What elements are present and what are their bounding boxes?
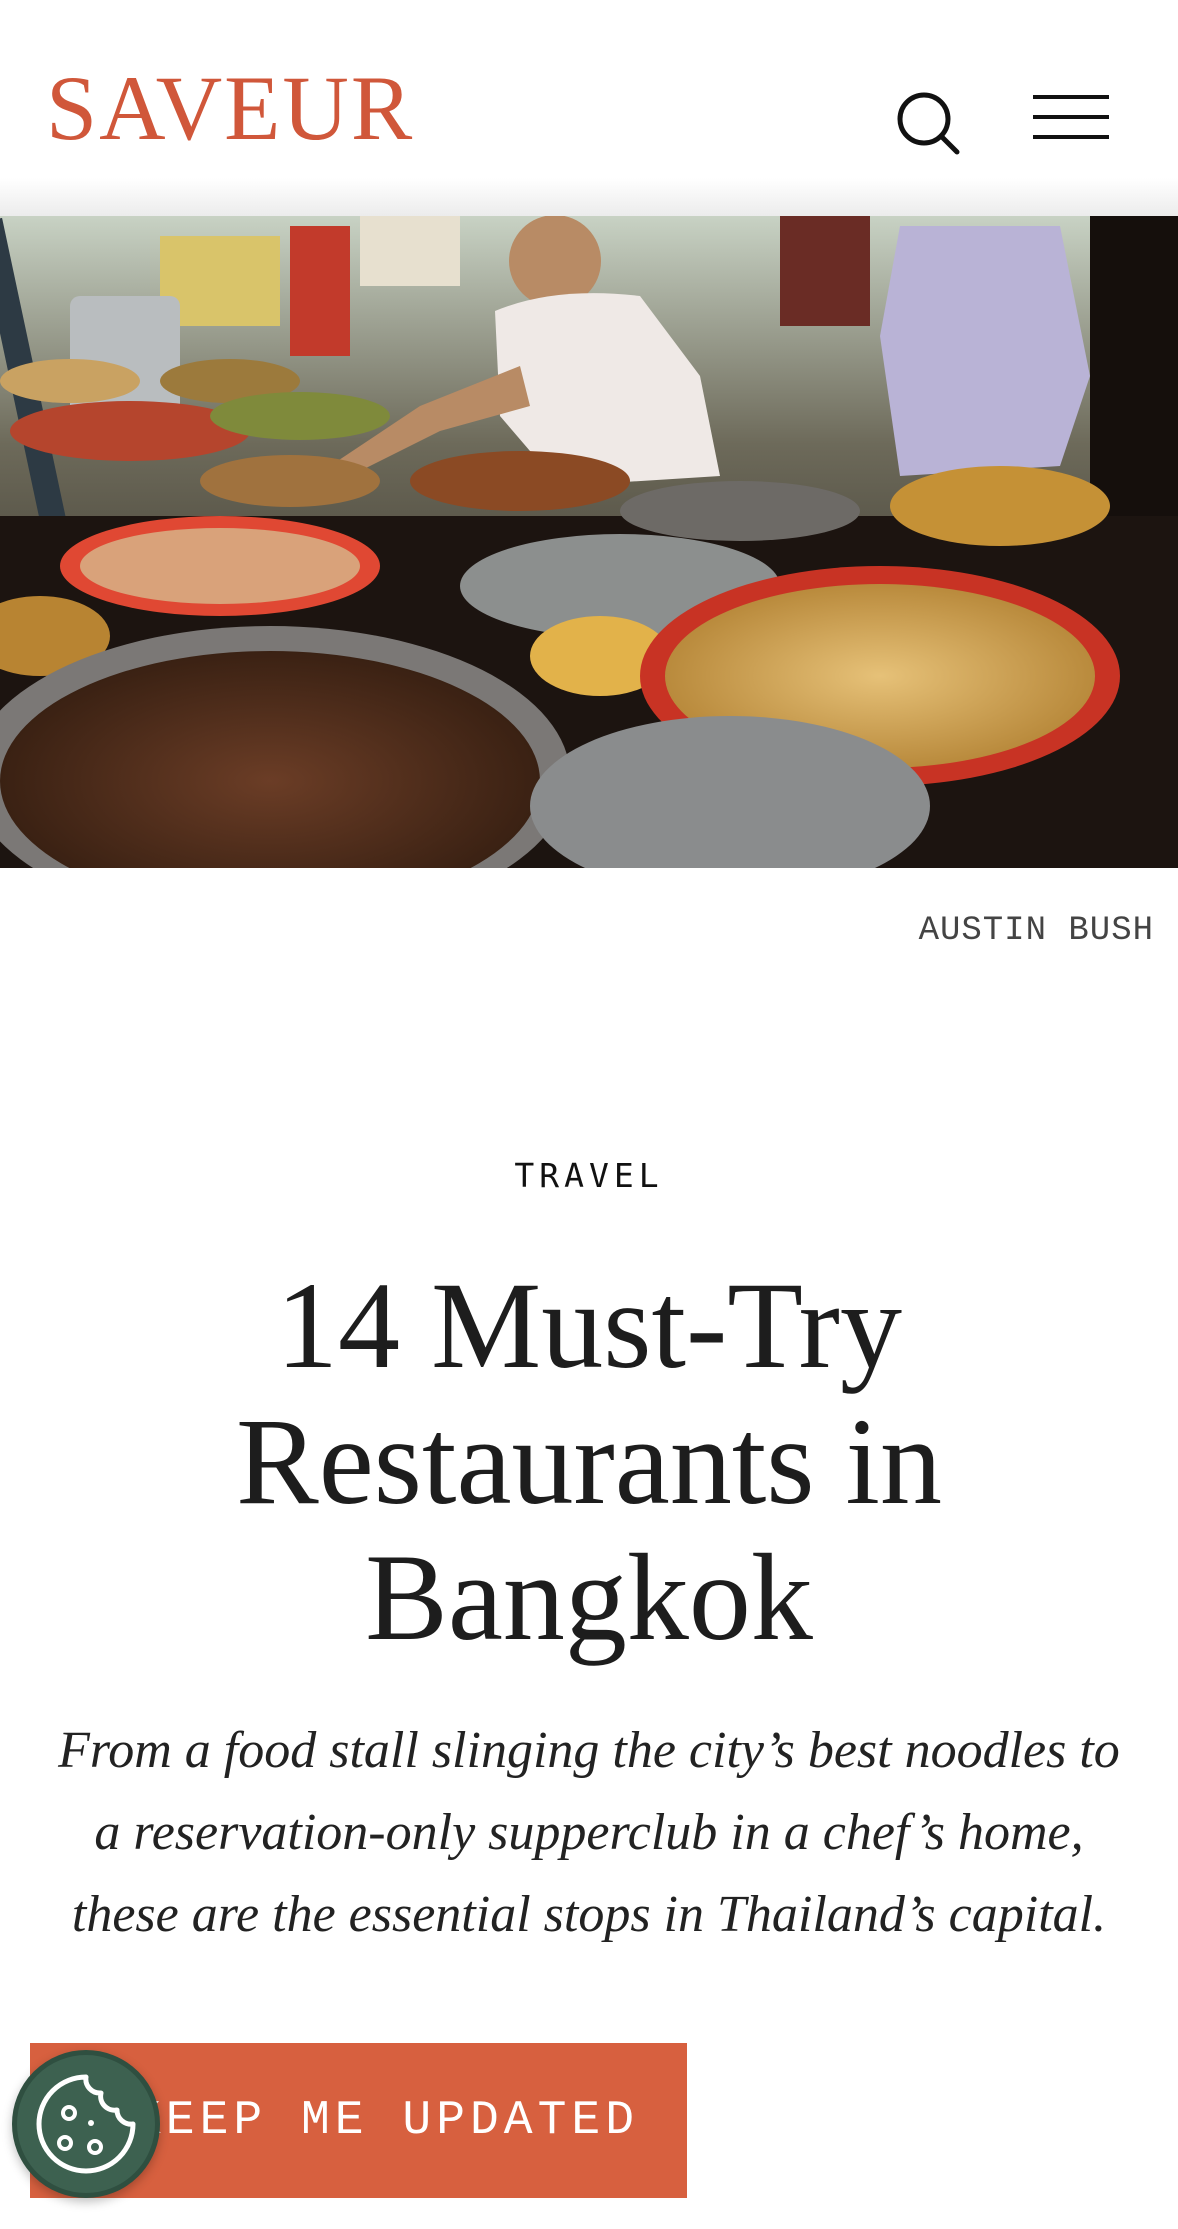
header-shadow: [0, 178, 1178, 216]
article-title: 14 Must-Try Restaurants in Bangkok: [236, 1257, 942, 1666]
cookie-icon: [36, 2074, 136, 2174]
cookie-settings-button[interactable]: [12, 2050, 160, 2198]
hamburger-menu-icon[interactable]: [1033, 93, 1109, 141]
search-icon[interactable]: [893, 88, 963, 158]
site-header: SAVEUR: [0, 0, 1178, 178]
saveur-logo[interactable]: SAVEUR: [46, 62, 414, 154]
article-dek: From a food stall slinging the city’s be…: [58, 1722, 1120, 1943]
photo-credit: AUSTIN BUSH: [918, 912, 1154, 950]
street-food-stall-photo: [0, 216, 1178, 868]
hero-image: [0, 216, 1178, 868]
category-label[interactable]: TRAVEL: [0, 1156, 1178, 1195]
